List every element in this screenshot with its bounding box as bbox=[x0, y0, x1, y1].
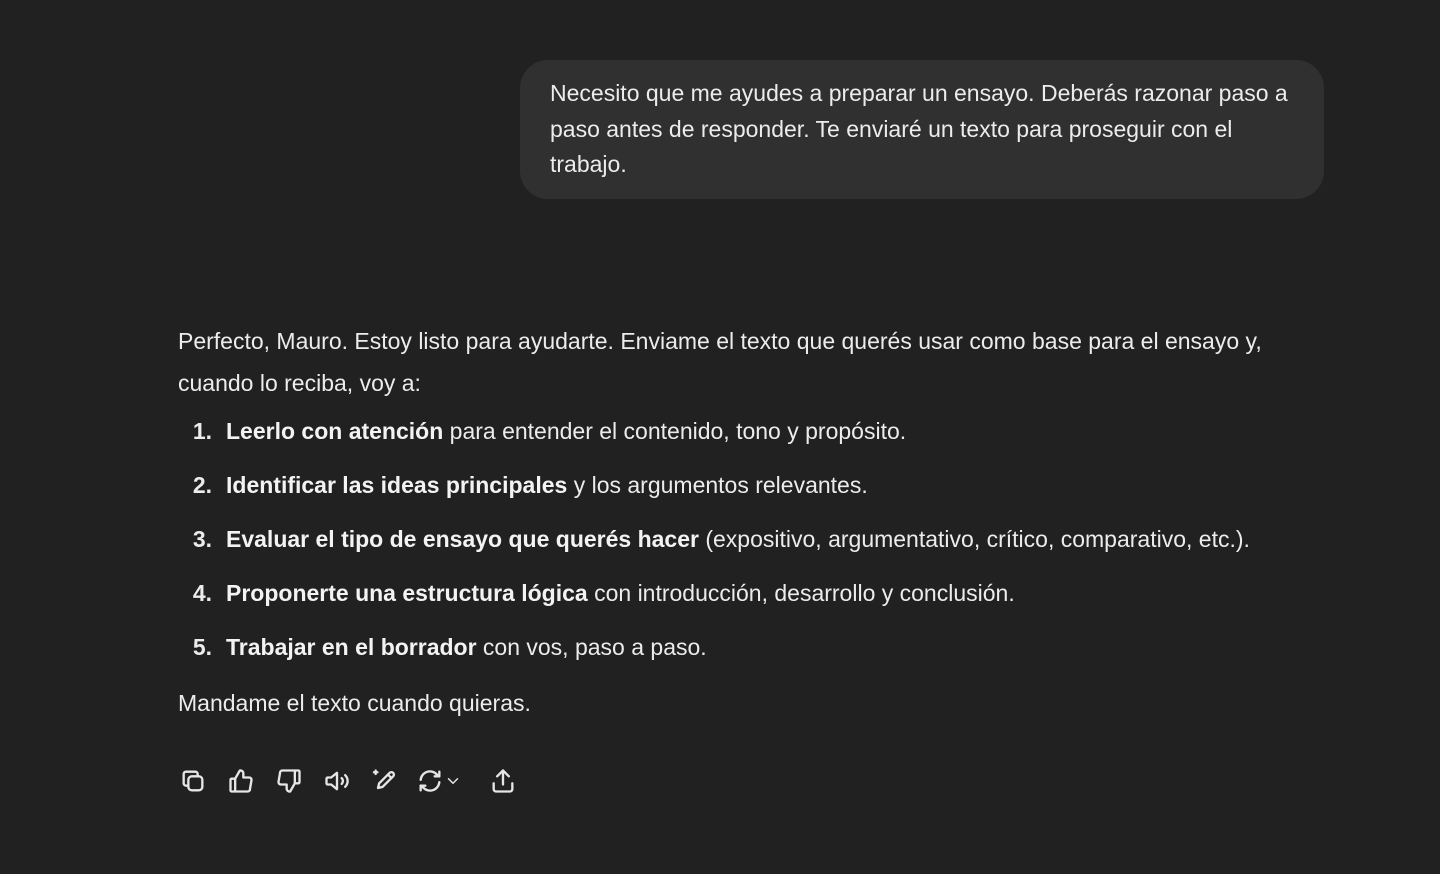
list-item-number: 4. bbox=[192, 580, 212, 606]
list-item-bold: Trabajar en el borrador bbox=[226, 634, 477, 660]
assistant-outro: Mandame el texto cuando quieras. bbox=[178, 690, 531, 716]
list-item-text: (expositivo, argumentativo, crítico, com… bbox=[698, 526, 1250, 552]
user-message-text: Necesito que me ayudes a preparar un ens… bbox=[550, 80, 1288, 177]
chevron-down-icon bbox=[447, 778, 459, 784]
edit-icon bbox=[372, 769, 395, 790]
thumbs-up-icon bbox=[229, 769, 253, 793]
list-item-bold: Leerlo con atención bbox=[226, 418, 444, 444]
chat-thread: Necesito que me ayudes a preparar un ens… bbox=[0, 0, 1440, 874]
assistant-steps-list: 1. Leerlo con atención para entender el … bbox=[178, 416, 1308, 662]
edit-button[interactable] bbox=[368, 764, 402, 798]
message-actions-bar bbox=[176, 764, 534, 798]
list-item: 5. Trabajar en el borrador con vos, paso… bbox=[178, 632, 1308, 662]
list-item-number: 5. bbox=[192, 634, 212, 660]
list-item: 4. Proponerte una estructura lógica con … bbox=[178, 578, 1308, 608]
share-button[interactable] bbox=[486, 764, 520, 798]
copy-button[interactable] bbox=[176, 764, 210, 798]
list-item-text: para entender el contenido, tono y propó… bbox=[443, 418, 907, 444]
user-message-row: Necesito que me ayudes a preparar un ens… bbox=[520, 60, 1324, 199]
list-item-number: 2. bbox=[192, 472, 212, 498]
share-icon bbox=[492, 769, 514, 793]
list-item: 3. Evaluar el tipo de ensayo que querés … bbox=[178, 524, 1308, 554]
list-item-number: 3. bbox=[192, 526, 212, 552]
list-item-bold: Identificar las ideas principales bbox=[226, 472, 568, 498]
thumbs-down-button[interactable] bbox=[272, 764, 306, 798]
thumbs-up-button[interactable] bbox=[224, 764, 258, 798]
read-aloud-icon bbox=[325, 771, 349, 791]
thumbs-down-icon bbox=[277, 769, 301, 793]
copy-icon bbox=[182, 770, 204, 792]
list-item-number: 1. bbox=[192, 418, 212, 444]
list-item-bold: Proponerte una estructura lógica bbox=[226, 580, 588, 606]
list-item-text: con vos, paso a paso. bbox=[476, 634, 707, 660]
user-message-bubble: Necesito que me ayudes a preparar un ens… bbox=[520, 60, 1324, 199]
list-item: 2. Identificar las ideas principales y l… bbox=[178, 470, 1308, 500]
assistant-intro: Perfecto, Mauro. Estoy listo para ayudar… bbox=[178, 328, 1262, 396]
list-item-bold: Evaluar el tipo de ensayo que querés hac… bbox=[226, 526, 699, 552]
regenerate-icon bbox=[419, 770, 441, 792]
regenerate-button[interactable] bbox=[416, 767, 472, 795]
read-aloud-button[interactable] bbox=[320, 764, 354, 798]
assistant-message: Perfecto, Mauro. Estoy listo para ayudar… bbox=[178, 320, 1308, 724]
list-item-text: con introducción, desarrollo y conclusió… bbox=[587, 580, 1015, 606]
list-item: 1. Leerlo con atención para entender el … bbox=[178, 416, 1308, 446]
list-item-text: y los argumentos relevantes. bbox=[567, 472, 868, 498]
